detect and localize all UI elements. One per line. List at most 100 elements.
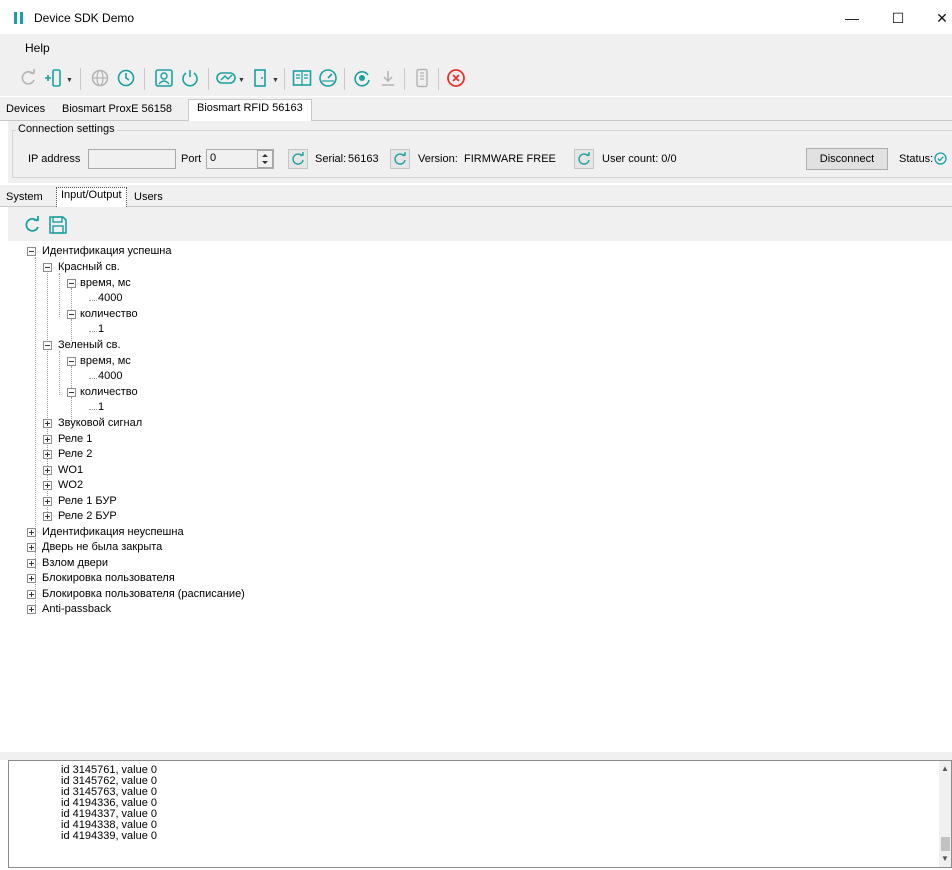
refresh-icon [394,152,406,165]
reader-icon[interactable] [412,68,432,88]
tree-node[interactable]: Идентификация успешна [42,245,172,257]
tree-node[interactable]: время, мс [80,355,131,367]
tree-collapse-toggle[interactable] [67,310,76,319]
chevron-down-icon[interactable]: ▼ [66,77,73,84]
tree-node[interactable]: количество [80,386,138,398]
tab-biosmart-rfid[interactable]: Biosmart RFID 56163 [188,99,312,121]
log-output[interactable]: id 3145761, value 0 id 3145762, value 0 … [8,760,952,868]
tab-users[interactable]: Users [134,191,163,203]
tree-node[interactable]: Зеленый св. [58,339,121,351]
tree-node[interactable]: 4000 [98,370,122,382]
main-toolbar: ▼ ▼ ▼ [0,60,952,96]
chevron-down-icon[interactable]: ▼ [272,77,279,84]
port-stepper[interactable] [257,150,273,168]
tree-node[interactable]: Реле 2 БУР [58,510,117,522]
log-scrollbar[interactable]: ▲ ▼ [939,761,951,867]
tree-node[interactable]: Блокировка пользователя (расписание) [42,588,245,600]
tree-expand-toggle[interactable] [43,512,52,521]
tree-expand-toggle[interactable] [27,605,36,614]
refresh-icon [292,152,304,165]
tree-node[interactable]: Реле 1 БУР [58,495,117,507]
tree-expand-toggle[interactable] [27,574,36,583]
tree-expand-toggle[interactable] [27,590,36,599]
title-bar: Device SDK Demo — ☐ ✕ [0,0,952,34]
refresh-icon[interactable] [22,215,42,235]
eye-sync-icon[interactable] [352,68,372,88]
globe-icon[interactable] [90,68,110,88]
tree-node[interactable]: Anti-passback [42,603,111,615]
tree-collapse-toggle[interactable] [67,279,76,288]
stop-icon[interactable] [446,68,466,88]
tree-node[interactable]: время, мс [80,277,131,289]
refresh-serial-button[interactable] [288,149,308,169]
download-icon[interactable] [378,68,398,88]
tree-expand-toggle[interactable] [43,497,52,506]
refresh-version-button[interactable] [390,149,410,169]
save-icon[interactable] [48,215,68,235]
scroll-thumb[interactable] [941,837,950,851]
menu-help[interactable]: Help [25,41,50,55]
book-icon[interactable] [292,68,312,88]
splitter[interactable] [0,752,952,760]
tree-connector [59,351,60,395]
speedometer-icon[interactable] [318,68,338,88]
gauge-chain-icon[interactable] [216,68,236,88]
tab-input-output[interactable]: Input/Output [56,187,127,207]
status-label: Status: [899,153,934,165]
toolbar-separator [344,68,345,90]
tree-expand-toggle[interactable] [43,450,52,459]
tree-collapse-toggle[interactable] [27,247,36,256]
close-button[interactable]: ✕ [922,6,952,30]
tree-collapse-toggle[interactable] [67,388,76,397]
tree-collapse-toggle[interactable] [43,263,52,272]
tree-node[interactable]: Идентификация неуспешна [42,526,184,538]
refresh-user-count-button[interactable] [574,149,594,169]
serial-label: Serial: [315,153,347,165]
tree-expand-toggle[interactable] [27,543,36,552]
tree-expand-toggle[interactable] [27,559,36,568]
tree-expand-toggle[interactable] [27,528,36,537]
tree-node[interactable]: 1 [98,401,104,413]
user-card-icon[interactable] [154,68,174,88]
toolbar-separator [284,68,285,90]
menu-bar: Help [0,34,952,60]
add-device-icon[interactable] [44,68,64,88]
scroll-down-icon[interactable]: ▼ [939,853,951,865]
ip-address-field[interactable] [88,149,176,169]
tree-expand-toggle[interactable] [43,419,52,428]
clock-icon[interactable] [116,68,136,88]
minimize-button[interactable]: — [832,6,872,30]
tree-node[interactable]: 1 [98,323,104,335]
tree-node[interactable]: Взлом двери [42,557,108,569]
disconnect-button[interactable]: Disconnect [806,148,888,170]
tree-node[interactable]: Блокировка пользователя [42,572,175,584]
tree-node[interactable]: Дверь не была закрыта [42,541,162,553]
tree-expand-toggle[interactable] [43,466,52,475]
tree-collapse-toggle[interactable] [67,357,76,366]
device-tabs: Devices Biosmart ProxE 56158 Biosmart RF… [0,97,952,121]
tree-node[interactable]: Звуковой сигнал [58,417,142,429]
toolbar-separator [208,68,209,90]
tree-collapse-toggle[interactable] [43,341,52,350]
tree-node[interactable]: Реле 2 [58,448,92,460]
tab-biosmart-proxe[interactable]: Biosmart ProxE 56158 [62,103,172,115]
tree-node[interactable]: 4000 [98,292,122,304]
tab-system[interactable]: System [6,191,43,203]
maximize-button[interactable]: ☐ [878,6,918,30]
door-icon[interactable] [250,68,270,88]
serial-value: 56163 [348,153,379,165]
scroll-up-icon[interactable]: ▲ [939,763,951,775]
power-icon[interactable] [180,68,200,88]
chevron-down-icon[interactable]: ▼ [238,77,245,84]
tree-expand-toggle[interactable] [43,481,52,490]
tree-node[interactable]: Реле 1 [58,433,92,445]
tree-expand-toggle[interactable] [43,435,52,444]
tree-node[interactable]: WO2 [58,479,83,491]
log-line: id 4194339, value 0 [61,830,158,842]
refresh-icon[interactable] [18,68,38,88]
tree-connector [35,257,36,609]
tab-devices[interactable]: Devices [6,103,45,115]
tree-node[interactable]: WO1 [58,464,83,476]
tree-node[interactable]: количество [80,308,138,320]
tree-node[interactable]: Красный св. [58,261,120,273]
